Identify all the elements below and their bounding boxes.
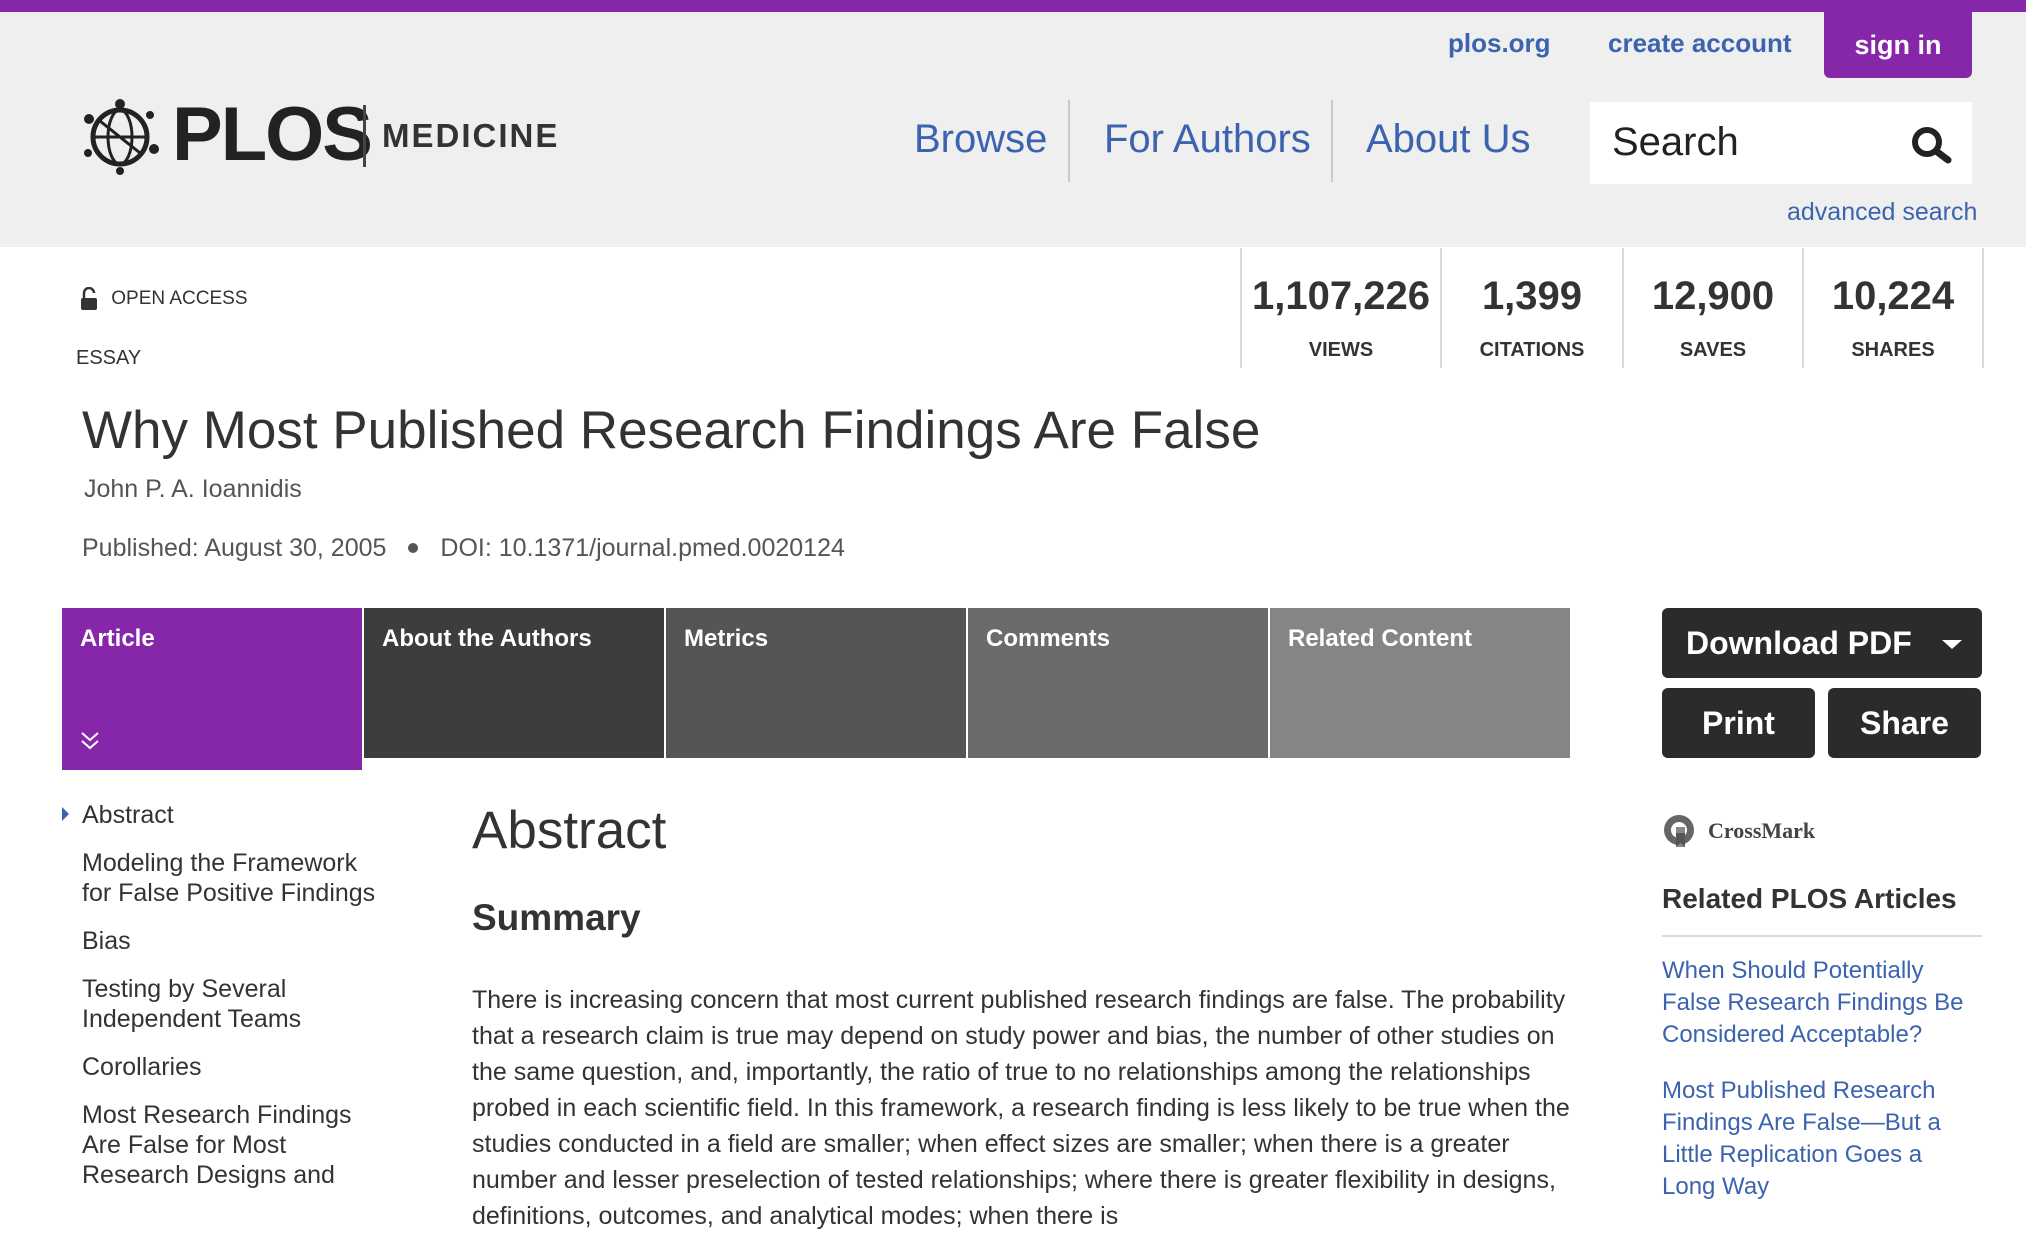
tab-article[interactable]: Article [62,608,362,770]
current-section-marker-icon [62,807,69,821]
metric-saves[interactable]: 12,900 SAVES [1622,248,1802,368]
toc-item-modeling-framework[interactable]: Modeling the Framework for False Positiv… [82,848,382,908]
article-type: ESSAY [76,347,142,369]
metric-label: SAVES [1679,339,1747,361]
related-articles-heading: Related PLOS Articles [1662,883,1957,914]
plos-org-link[interactable]: plos.org [1448,28,1551,59]
chevron-down-icon [81,732,99,750]
metric-label: CITATIONS [1479,339,1585,361]
search-input[interactable]: Search [1590,102,1972,184]
search-placeholder: Search [1612,120,1739,164]
tab-about-the-authors[interactable]: About the Authors [364,608,664,758]
nav-browse[interactable]: Browse [914,117,1047,162]
section-title: Abstract [472,801,667,860]
metric-value: 1,107,226 [1252,274,1430,318]
metric-views[interactable]: 1,107,226 VIEWS [1240,248,1440,368]
download-pdf-button[interactable]: Download PDF [1662,608,1982,678]
tab-label: About the Authors [382,625,592,652]
logo-brand: PLOS [172,92,373,177]
plos-globe-icon [84,99,159,175]
toc-item-label: Abstract [82,801,174,829]
tab-metrics[interactable]: Metrics [666,608,966,758]
published-date: Published: August 30, 2005 [82,534,387,562]
divider [1662,935,1982,937]
tab-label: Article [80,625,155,652]
search-icon[interactable] [1910,124,1954,164]
metric-label: VIEWS [1308,339,1374,361]
abstract-paragraph: There is increasing concern that most cu… [472,986,1570,1230]
metric-value: 12,900 [1651,274,1775,318]
related-article-link[interactable]: When Should Potentially False Research F… [1662,955,1982,1051]
tab-label: Metrics [684,625,769,652]
article-title: Why Most Published Research Findings Are… [82,401,1261,460]
nav-divider [1068,100,1070,182]
nav-about-us[interactable]: About Us [1366,117,1531,162]
tab-label: Comments [986,625,1111,652]
toc-item-bias[interactable]: Bias [82,926,382,956]
nav-for-authors[interactable]: For Authors [1104,117,1311,162]
toc-item-testing-independent-teams[interactable]: Testing by Several Independent Teams [82,974,382,1034]
metric-value: 10,224 [1831,274,1955,318]
crossmark-label: CrossMark [1708,818,1816,843]
open-access-label: OPEN ACCESS [111,288,248,310]
related-article-link[interactable]: Most Published Research Findings Are Fal… [1662,1075,1982,1203]
table-of-contents: Abstract Modeling the Framework for Fals… [62,800,382,1208]
subsection-title: Summary [472,897,641,938]
logo-divider [363,105,366,167]
share-button[interactable]: Share [1828,688,1981,758]
print-button[interactable]: Print [1662,688,1815,758]
toc-item-corollaries[interactable]: Corollaries [82,1052,382,1082]
article-author[interactable]: John P. A. Ioannidis [84,475,302,504]
open-access-badge: OPEN ACCESS [80,287,248,311]
nav-divider [1331,100,1333,182]
unlocked-padlock-icon [81,287,97,310]
create-account-link[interactable]: create account [1608,28,1792,59]
metric-citations[interactable]: 1,399 CITATIONS [1440,248,1622,368]
logo-journal: MEDICINE [382,117,560,154]
crossmark-icon [1664,815,1694,847]
metric-label: SHARES [1851,339,1935,361]
advanced-search-link[interactable]: advanced search [1787,198,1977,227]
sign-in-button[interactable]: sign in [1824,12,1972,78]
tab-related-content[interactable]: Related Content [1270,608,1570,758]
toc-item-most-findings-false[interactable]: Most Research Findings Are False for Mos… [82,1100,382,1190]
doi: DOI: 10.1371/journal.pmed.0020124 [440,534,845,562]
tab-comments[interactable]: Comments [968,608,1268,758]
tab-label: Related Content [1288,625,1473,652]
top-accent-bar [0,0,2026,12]
download-pdf-label: Download PDF [1686,625,1912,661]
caret-down-icon[interactable] [1942,640,1962,649]
metric-value: 1,399 [1481,274,1583,318]
toc-item-abstract[interactable]: Abstract [62,800,382,830]
metric-shares[interactable]: 10,224 SHARES [1802,248,1984,368]
bullet-separator [408,542,419,553]
publication-meta: Published: August 30, 2005 DOI: 10.1371/j… [82,534,845,563]
